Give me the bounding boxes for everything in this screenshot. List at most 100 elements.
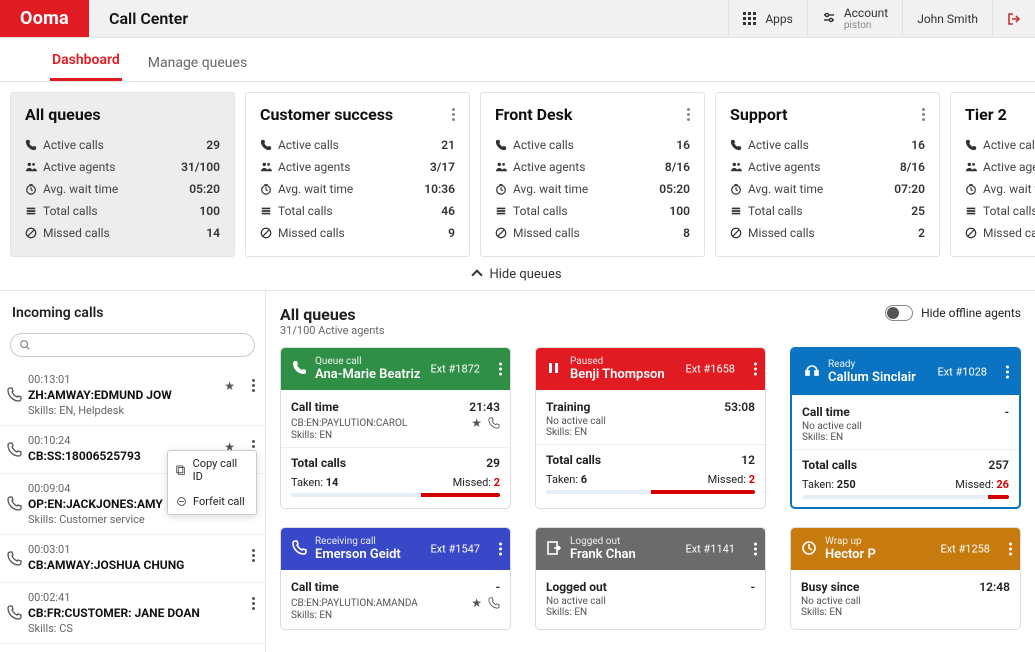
row-val: - <box>1005 405 1009 419</box>
agent-name: Emerson Geidt <box>315 547 401 562</box>
agent-sub1: No active call <box>801 596 861 607</box>
row-key: Busy since <box>801 580 859 594</box>
call-name: CB:FR:CUSTOMER: JANE DOAN <box>28 606 255 620</box>
account-button[interactable]: Account piston <box>807 0 902 37</box>
missed-val: 26 <box>996 478 1009 491</box>
switch-icon <box>885 305 913 321</box>
agent-name: Ana-Marie Beatriz <box>315 367 420 382</box>
toggle-label: Hide offline agents <box>921 306 1021 320</box>
agent-sub2: Skills: EN <box>291 610 500 621</box>
missed-label: Missed: <box>453 476 491 489</box>
copy-call-id-item[interactable]: Copy call ID <box>168 451 256 489</box>
incoming-panel: Incoming calls 00:13:01ZH:AMWAY:EDMUND J… <box>0 291 266 652</box>
hide-queues-toggle[interactable]: Hide queues <box>0 257 1035 290</box>
metric-value: 31/100 <box>181 160 220 174</box>
incoming-call-item[interactable]: 00:10:24CB:SS:18006525793★Copy call IDFo… <box>0 426 265 474</box>
queue-card[interactable]: All queuesActive calls29Active agents31/… <box>10 92 235 257</box>
agent-card[interactable]: Wrap upHector PExt #1258Busy since12:48N… <box>790 527 1021 630</box>
panel-subtitle: 31/100 Active agents <box>280 324 385 337</box>
agents-panel: All queues 31/100 Active agents Hide off… <box>266 291 1035 652</box>
star-icon[interactable]: ★ <box>471 596 500 610</box>
incoming-call-item[interactable]: 00:03:01CB:AMWAY:JOSHUA CHUNG <box>0 535 265 583</box>
top-bar: Ooma Call Center Apps Account piston Joh… <box>0 0 1035 38</box>
kebab-icon[interactable] <box>922 108 925 121</box>
incoming-call-item[interactable]: 00:13:01ZH:AMWAY:EDMUND JOWSkills: EN, H… <box>0 365 265 426</box>
state-icon <box>801 540 817 559</box>
row-key: Training <box>546 400 590 414</box>
phone-icon <box>6 605 22 621</box>
kebab-icon[interactable] <box>687 108 690 121</box>
incoming-call-item[interactable]: 00:02:41CB:FR:CUSTOMER: JANE DOANSkills:… <box>0 583 265 644</box>
kebab-icon[interactable] <box>452 108 455 121</box>
queue-card[interactable]: Customer successActive calls21Active age… <box>245 92 470 257</box>
queue-card[interactable]: SupportActive calls16Active agents8/16Av… <box>715 92 940 257</box>
metric-label: Avg. wait time <box>278 182 353 196</box>
queue-card[interactable]: Tier 2Active callsActive agentsAvg. wait… <box>950 92 1035 257</box>
row-key: Call time <box>802 405 850 419</box>
taken-label: Taken: <box>291 476 323 489</box>
missed-val: 2 <box>494 476 500 489</box>
agent-card[interactable]: Receiving callEmerson GeidtExt #1547Call… <box>280 527 511 630</box>
metric-label: Avg. wait time <box>43 182 118 196</box>
panel-title: All queues <box>280 305 385 324</box>
metric-value: 16 <box>676 138 690 152</box>
metric-value: 3/17 <box>430 160 455 174</box>
tab-dashboard[interactable]: Dashboard <box>50 40 122 81</box>
kebab-icon[interactable] <box>754 363 757 376</box>
kebab-icon[interactable] <box>252 597 255 610</box>
queue-title: All queues <box>25 105 101 124</box>
metric-label: Active calls <box>513 138 574 152</box>
kebab-icon[interactable] <box>252 549 255 562</box>
app-title: Call Center <box>89 0 728 37</box>
metric-label: Active agents <box>43 160 115 174</box>
metric-label: Total calls <box>43 204 98 218</box>
user-button[interactable]: John Smith <box>902 0 992 37</box>
metric-value: 05:20 <box>659 182 690 196</box>
metric-label: Active calls <box>43 138 104 152</box>
metric-label: Missed calls <box>983 226 1035 240</box>
star-icon[interactable]: ★ <box>471 416 500 430</box>
user-name: John Smith <box>917 12 978 26</box>
agent-header: Logged outFrank ChanExt #1141 <box>536 528 765 570</box>
kebab-icon[interactable] <box>499 363 502 376</box>
kebab-icon[interactable] <box>754 543 757 556</box>
call-name: CB:AMWAY:JOSHUA CHUNG <box>28 558 255 572</box>
apps-grid-icon <box>743 12 757 26</box>
nav-tabs: Dashboard Manage queues <box>0 38 1035 82</box>
tab-manage-queues[interactable]: Manage queues <box>146 43 249 81</box>
phone-icon <box>6 387 22 403</box>
agent-sub2: Skills: EN <box>546 427 755 438</box>
agent-card[interactable]: Logged outFrank ChanExt #1141Logged out-… <box>535 527 766 630</box>
row-key: Call time <box>291 400 339 414</box>
kebab-icon[interactable] <box>499 543 502 556</box>
kebab-icon[interactable] <box>252 379 255 392</box>
agent-card[interactable]: PausedBenji ThompsonExt #1658Training53:… <box>535 347 766 509</box>
apps-button[interactable]: Apps <box>728 0 807 37</box>
star-icon[interactable]: ★ <box>224 379 235 393</box>
agent-sub2: Skills: EN <box>546 607 755 618</box>
metric-value: 2 <box>918 226 925 240</box>
agent-state: Paused <box>570 356 665 367</box>
taken-label: Taken: <box>802 478 834 491</box>
agent-card[interactable]: ReadyCallum SinclairExt #1028Call time-N… <box>790 347 1021 509</box>
metric-value: 05:20 <box>189 182 220 196</box>
agent-card[interactable]: Queue callAna-Marie BeatrizExt #1872Call… <box>280 347 511 509</box>
account-label: Account <box>844 6 888 20</box>
search-input[interactable] <box>10 333 255 357</box>
hide-offline-toggle[interactable]: Hide offline agents <box>885 305 1021 321</box>
queue-title: Tier 2 <box>965 105 1007 124</box>
agent-sub1: No active call <box>546 416 606 427</box>
total-val: 29 <box>486 456 500 470</box>
search-icon <box>19 339 31 351</box>
taken-val: 250 <box>837 478 856 491</box>
hide-queues-label: Hide queues <box>489 267 561 282</box>
forfeit-call-item[interactable]: Forfeit call <box>168 489 256 514</box>
metric-label: Active agents <box>748 160 820 174</box>
total-label: Total calls <box>291 456 346 470</box>
queues-row: All queuesActive calls29Active agents31/… <box>0 82 1035 257</box>
kebab-icon[interactable] <box>1009 543 1012 556</box>
kebab-icon[interactable] <box>1006 366 1009 379</box>
agent-ext: Ext #1258 <box>940 543 990 556</box>
logout-button[interactable] <box>992 0 1035 37</box>
queue-card[interactable]: Front DeskActive calls16Active agents8/1… <box>480 92 705 257</box>
